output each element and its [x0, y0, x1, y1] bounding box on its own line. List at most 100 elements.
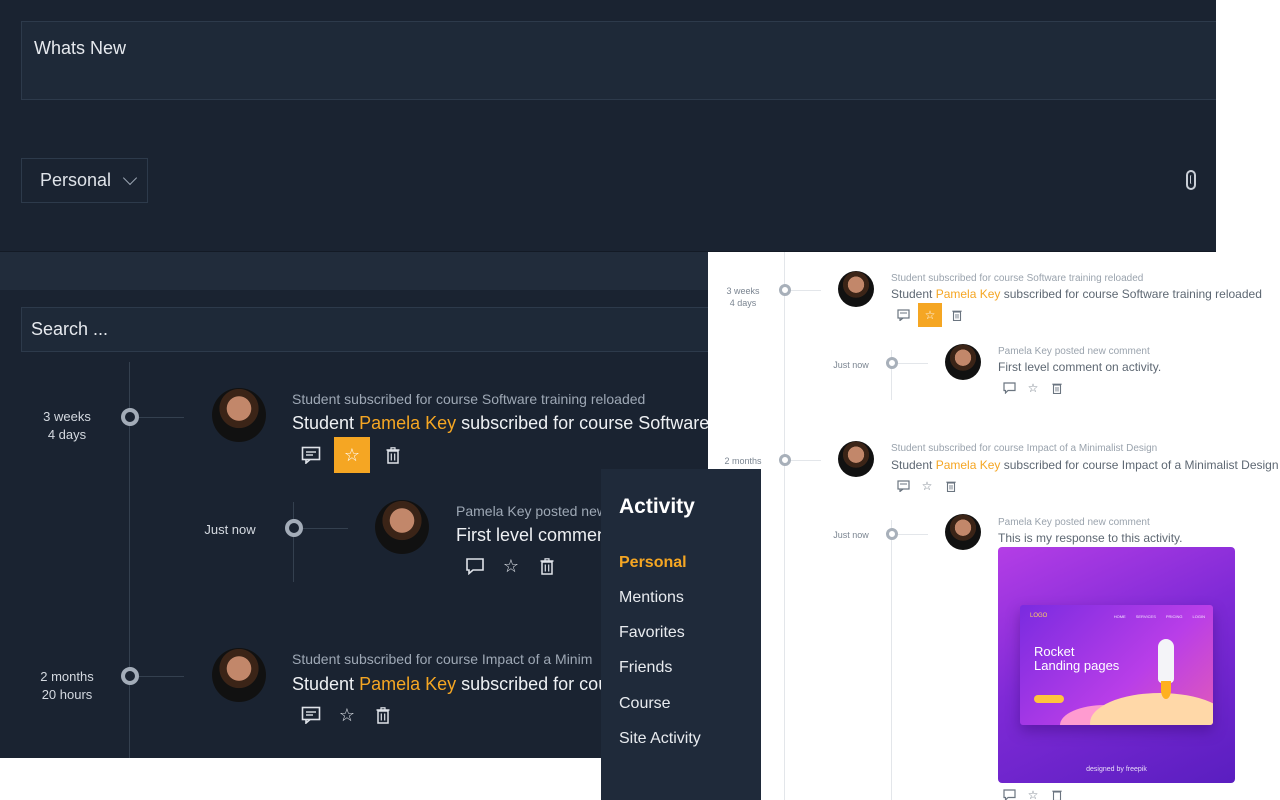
- timeline-node: [886, 528, 898, 540]
- activity-time: 2 months 20 hours: [17, 668, 117, 704]
- trash-icon[interactable]: [1048, 379, 1066, 397]
- activity-time-line: 4 days: [47, 427, 87, 442]
- promo-headline-line: Rocket: [1034, 644, 1075, 659]
- avatar[interactable]: [375, 500, 429, 554]
- user-link[interactable]: Pamela Key: [359, 674, 456, 694]
- star-icon[interactable]: ☆: [334, 702, 360, 728]
- attached-image[interactable]: LOGO HOME SERVICES PRICING LOGIN Rocket …: [998, 547, 1235, 783]
- star-icon[interactable]: ☆: [918, 477, 936, 495]
- promo-nav-item: SERVICES: [1135, 614, 1156, 619]
- nav-item-site-activity[interactable]: Site Activity: [619, 730, 701, 748]
- user-link[interactable]: Pamela Key: [936, 458, 1001, 472]
- reply-actions: ☆: [1000, 379, 1066, 397]
- nav-title: Activity: [619, 495, 695, 518]
- timeline-connector: [791, 290, 821, 291]
- reply-text: First level comment on activity.: [998, 360, 1162, 374]
- search-input[interactable]: [21, 307, 708, 352]
- timeline-node: [886, 357, 898, 369]
- activity-actions: ☆: [894, 303, 966, 327]
- activity-actions: ☆: [894, 477, 960, 495]
- paperclip-icon[interactable]: [1186, 170, 1196, 190]
- promo-nav-item: HOME: [1113, 614, 1126, 619]
- user-link[interactable]: Pamela Key: [359, 413, 456, 433]
- activity-actions: ☆: [298, 702, 396, 728]
- activity-meta: Student subscribed for course Software t…: [292, 391, 646, 407]
- timeline-connector: [898, 363, 928, 364]
- user-link[interactable]: Pamela Key: [936, 287, 1001, 301]
- timeline-node: [121, 667, 139, 685]
- timeline-node: [121, 408, 139, 426]
- reply-time: Just now: [833, 360, 869, 370]
- trash-icon[interactable]: [942, 477, 960, 495]
- privacy-select-value: Personal: [40, 170, 112, 190]
- reply-actions: ☆: [1000, 786, 1066, 800]
- star-icon[interactable]: ☆: [918, 303, 942, 327]
- avatar[interactable]: [838, 271, 874, 307]
- activity-time: 3 weeks 4 days: [713, 285, 773, 309]
- reply-meta: Pamela Key posted new comment: [998, 517, 1150, 528]
- star-icon[interactable]: ☆: [1024, 379, 1042, 397]
- reply-text: This is my response to this activity.: [998, 531, 1183, 545]
- comment-icon[interactable]: [894, 306, 912, 324]
- comment-icon[interactable]: [894, 477, 912, 495]
- activity-time-line: 4 days: [729, 298, 757, 308]
- promo-headline-line: Landing pages: [1034, 658, 1120, 673]
- timeline-node: [779, 454, 791, 466]
- avatar[interactable]: [945, 344, 981, 380]
- star-icon[interactable]: ☆: [334, 437, 370, 473]
- comment-icon[interactable]: [462, 553, 488, 579]
- activity-time-line: 3 weeks: [726, 286, 760, 296]
- privacy-select[interactable]: Personal: [21, 158, 148, 203]
- activity-meta: Student subscribed for course Impact of …: [292, 651, 593, 667]
- activity-title: Student Pamela Key subscribed for course…: [891, 458, 1279, 472]
- nav-item-mentions[interactable]: Mentions: [619, 589, 684, 607]
- activity-meta: Student subscribed for course Software t…: [891, 273, 1144, 284]
- activity-time-line: 3 weeks: [43, 409, 91, 424]
- star-icon[interactable]: ☆: [1024, 786, 1042, 800]
- nav-item-favorites[interactable]: Favorites: [619, 624, 685, 642]
- post-composer: Whats New Personal: [0, 0, 1216, 252]
- reply-line: [293, 502, 294, 582]
- comment-icon[interactable]: [298, 702, 324, 728]
- cloud-shape: [1090, 693, 1213, 725]
- activity-title-prefix: Student: [891, 287, 936, 301]
- flame-icon: [1161, 681, 1171, 699]
- trash-icon[interactable]: [948, 306, 966, 324]
- reply-line: [891, 520, 892, 800]
- activity-title-suffix: subscribed for cou: [456, 674, 609, 694]
- activity-time: 2 months: [724, 456, 762, 466]
- nav-item-course[interactable]: Course: [619, 695, 671, 713]
- activity-time-line: 20 hours: [41, 687, 93, 702]
- avatar[interactable]: [838, 441, 874, 477]
- trash-icon[interactable]: [534, 553, 560, 579]
- activity-title: Student Pamela Key subscribed for course…: [891, 287, 1262, 301]
- promo-nav-item: LOGIN: [1192, 614, 1205, 619]
- comment-icon[interactable]: [1000, 786, 1018, 800]
- activity-title-prefix: Student: [891, 458, 936, 472]
- nav-item-friends[interactable]: Friends: [619, 659, 672, 677]
- comment-icon[interactable]: [1000, 379, 1018, 397]
- trash-icon[interactable]: [1048, 786, 1066, 800]
- promo-headline: Rocket Landing pages: [1034, 645, 1119, 673]
- rocket-icon: [1158, 639, 1174, 683]
- promo-cta: [1034, 695, 1064, 703]
- reply-time: Just now: [204, 522, 256, 537]
- timeline-node: [285, 519, 303, 537]
- reply-time: Just now: [833, 530, 869, 540]
- activity-title-prefix: Student: [292, 674, 360, 694]
- promo-logo: LOGO: [1030, 613, 1048, 619]
- avatar[interactable]: [212, 388, 266, 442]
- avatar[interactable]: [945, 514, 981, 550]
- reply-actions: ☆: [462, 553, 560, 579]
- comment-icon[interactable]: [298, 442, 324, 468]
- trash-icon[interactable]: [380, 442, 406, 468]
- avatar[interactable]: [212, 648, 266, 702]
- star-icon[interactable]: ☆: [498, 553, 524, 579]
- activity-meta: Student subscribed for course Impact of …: [891, 443, 1158, 454]
- trash-icon[interactable]: [370, 702, 396, 728]
- whats-new-input[interactable]: Whats New: [21, 21, 1216, 100]
- nav-item-personal[interactable]: Personal: [619, 554, 687, 572]
- activity-title: Student Pamela Key subscribed for cou: [292, 674, 608, 695]
- panel-divider: [0, 252, 708, 290]
- timeline-connector: [139, 417, 184, 418]
